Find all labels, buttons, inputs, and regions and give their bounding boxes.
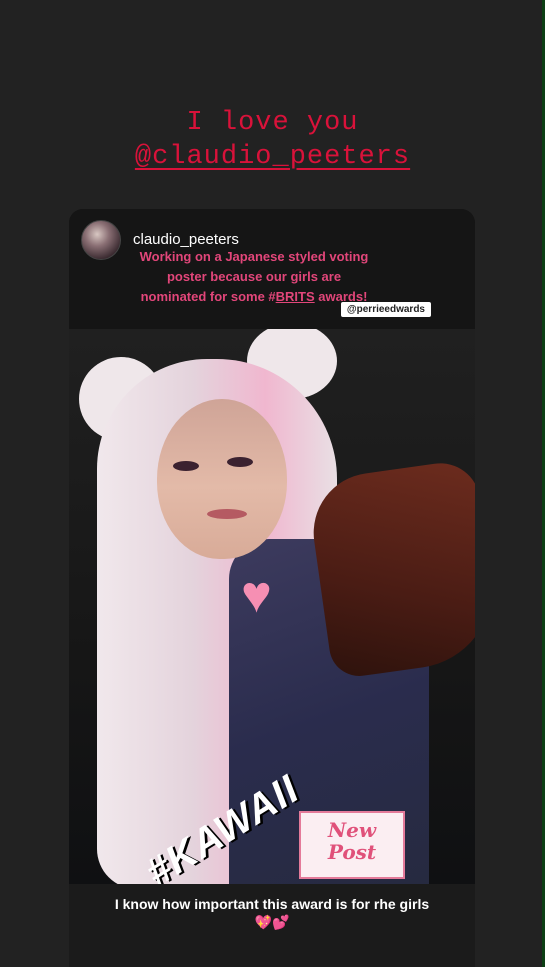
story-caption-line1: I love you: [186, 108, 359, 138]
post-text: Working on a Japanese styled voting post…: [89, 247, 419, 307]
post-photo[interactable]: ♥ #KAWAII New Post: [69, 329, 475, 884]
new-post-line2: Post: [327, 840, 377, 864]
story-caption-mention[interactable]: @claudio_peeters: [0, 142, 545, 172]
eye-right: [227, 457, 253, 467]
hearts-emoji-icon: 💖💕: [254, 914, 290, 930]
post-text-line2: poster because our girls are: [166, 269, 342, 284]
post-text-line1: Working on a Japanese styled voting: [139, 249, 369, 264]
bottom-caption-text: I know how important this award is for r…: [114, 896, 430, 912]
eye-left: [173, 461, 199, 471]
shared-post-card[interactable]: claudio_peeters Working on a Japanese st…: [69, 209, 475, 967]
bottom-caption: I know how important this award is for r…: [69, 884, 475, 967]
heart-sticker-icon: ♥: [241, 566, 272, 624]
new-post-line1: New: [327, 818, 377, 842]
mention-link[interactable]: @claudio_peeters: [135, 142, 410, 172]
mention-sticker[interactable]: @perrieedwards: [340, 302, 431, 317]
hand: [305, 458, 475, 680]
post-username[interactable]: claudio_peeters: [133, 231, 239, 248]
face: [157, 399, 287, 559]
lips: [207, 509, 247, 519]
post-text-line3-pre: nominated for some #: [140, 289, 276, 304]
hashtag-brits[interactable]: BRITS: [276, 289, 315, 304]
new-post-sticker: New Post: [299, 811, 405, 879]
post-header: claudio_peeters Working on a Japanese st…: [69, 209, 475, 329]
